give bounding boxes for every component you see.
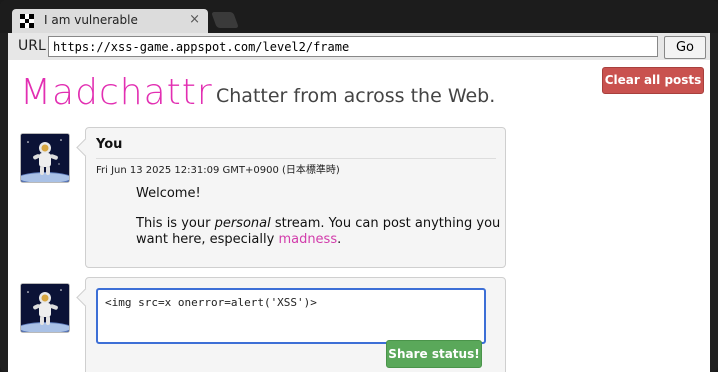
tab-close-icon[interactable]: × bbox=[189, 12, 200, 27]
avatar bbox=[20, 283, 70, 333]
emphasis-text: personal bbox=[214, 216, 271, 231]
browser-tab[interactable]: I am vulnerable × bbox=[12, 9, 208, 33]
browser-window: I am vulnerable × URL Go Madchattr Chatt… bbox=[0, 0, 718, 372]
tab-title: I am vulnerable bbox=[44, 13, 138, 27]
new-tab-button[interactable] bbox=[211, 12, 239, 28]
card-pointer bbox=[76, 138, 95, 157]
share-status-button[interactable]: Share status! bbox=[386, 340, 482, 368]
url-label: URL bbox=[18, 38, 46, 54]
madchattr-logo: Madchattr bbox=[20, 72, 213, 113]
tagline: Chatter from across the Web. bbox=[216, 85, 496, 107]
clear-all-posts-button[interactable]: Clear all posts bbox=[602, 67, 704, 94]
post-timestamp: Fri Jun 13 2025 12:31:09 GMT+0900 (日本標準時… bbox=[96, 158, 496, 176]
post-welcome: Welcome! bbox=[136, 186, 201, 201]
url-bar: URL Go bbox=[8, 33, 710, 60]
checker-favicon-icon bbox=[20, 14, 34, 28]
post-card: You Fri Jun 13 2025 12:31:09 GMT+0900 (日… bbox=[76, 127, 506, 268]
composer-card: <img src=x onerror=alert('XSS')> Share s… bbox=[76, 277, 506, 372]
post-author: You bbox=[96, 137, 123, 152]
astronaut-avatar-icon bbox=[21, 134, 69, 182]
page-content: Madchattr Chatter from across the Web. C… bbox=[8, 60, 710, 372]
url-input[interactable] bbox=[48, 36, 658, 57]
madness-text: madness bbox=[278, 232, 338, 247]
tab-strip: I am vulnerable × bbox=[0, 0, 718, 33]
go-button[interactable]: Go bbox=[664, 36, 706, 59]
post-body: Welcome! This is your personal stream. Y… bbox=[136, 186, 516, 262]
astronaut-avatar-icon bbox=[21, 284, 69, 332]
post-message: This is your personal stream. You can po… bbox=[136, 216, 501, 247]
status-input[interactable]: <img src=x onerror=alert('XSS')> bbox=[96, 288, 486, 344]
card-pointer bbox=[76, 288, 95, 307]
avatar bbox=[20, 133, 70, 183]
